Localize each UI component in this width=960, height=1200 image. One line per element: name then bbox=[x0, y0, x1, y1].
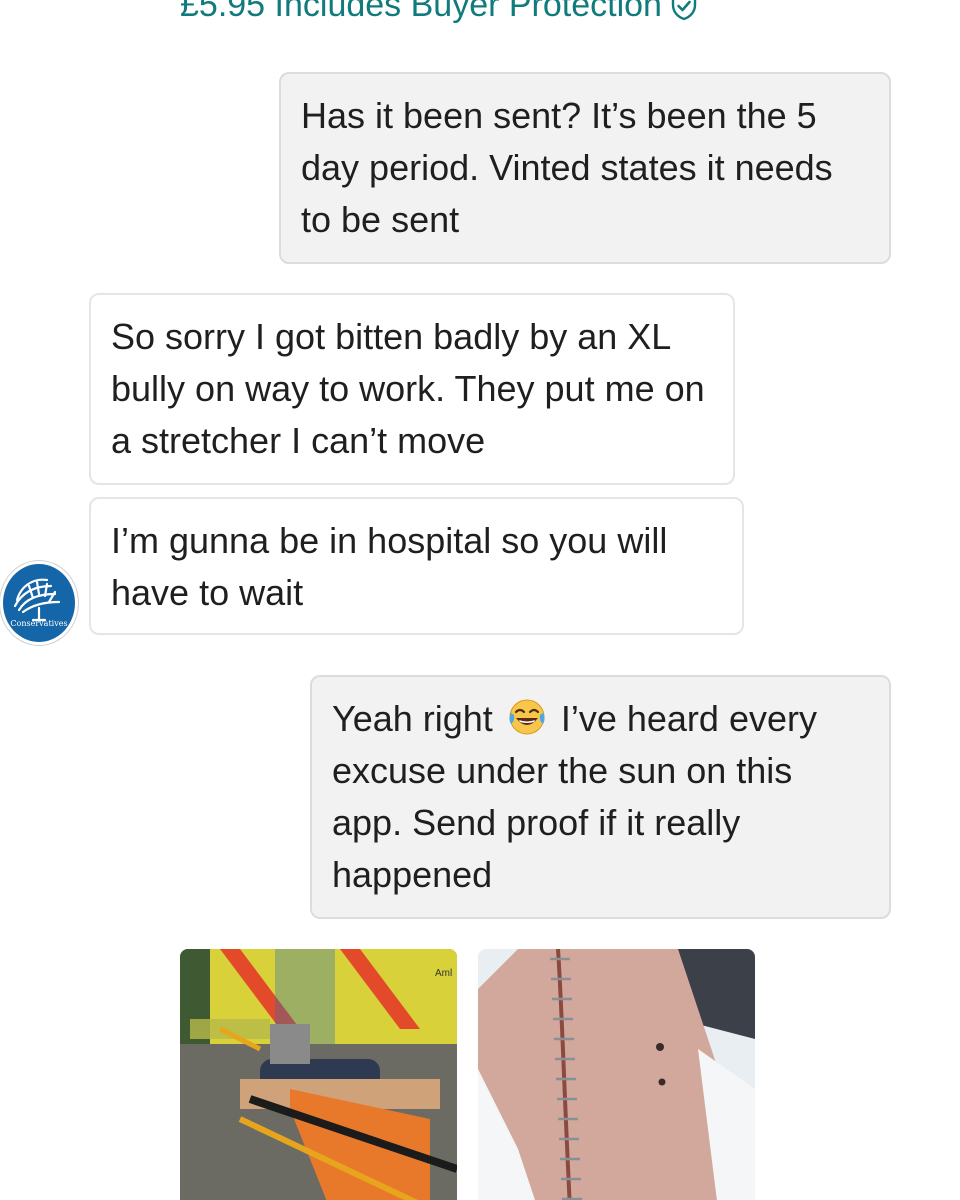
photo-stretcher-ambulance[interactable]: Aml bbox=[180, 949, 457, 1200]
wound-photo-image bbox=[478, 949, 755, 1200]
photo-stapled-leg-wound[interactable] bbox=[478, 949, 755, 1200]
stretcher-photo-image: Aml bbox=[180, 949, 457, 1200]
seller-avatar[interactable]: Conservatives bbox=[0, 561, 78, 645]
message-text: Has it been sent? It’s been the 5 day pe… bbox=[301, 95, 833, 240]
message-text: So sorry I got bitten badly by an XL bul… bbox=[111, 316, 705, 461]
price-buyer-protection[interactable]: £5.95 Includes Buyer Protection bbox=[180, 0, 700, 25]
message-text: Yeah right bbox=[332, 698, 493, 739]
message-bubble-outgoing[interactable]: Has it been sent? It’s been the 5 day pe… bbox=[279, 72, 891, 264]
chat-screen: £5.95 Includes Buyer Protection Has it b… bbox=[0, 0, 960, 1200]
message-bubble-outgoing[interactable]: Yeah right I’ve heard every excuse under… bbox=[310, 675, 891, 919]
face-with-tears-of-joy-icon bbox=[509, 699, 545, 735]
tree-logo-icon bbox=[13, 578, 61, 622]
ambulance-text: Aml bbox=[435, 968, 452, 979]
shield-check-icon bbox=[671, 0, 697, 20]
message-bubble-incoming[interactable]: I’m gunna be in hospital so you will hav… bbox=[89, 497, 744, 635]
price-text: £5.95 Includes Buyer Protection bbox=[180, 0, 662, 24]
message-text: I’m gunna be in hospital so you will hav… bbox=[111, 520, 668, 613]
avatar-label: Conservatives bbox=[10, 619, 68, 628]
message-bubble-incoming[interactable]: So sorry I got bitten badly by an XL bul… bbox=[89, 293, 735, 485]
